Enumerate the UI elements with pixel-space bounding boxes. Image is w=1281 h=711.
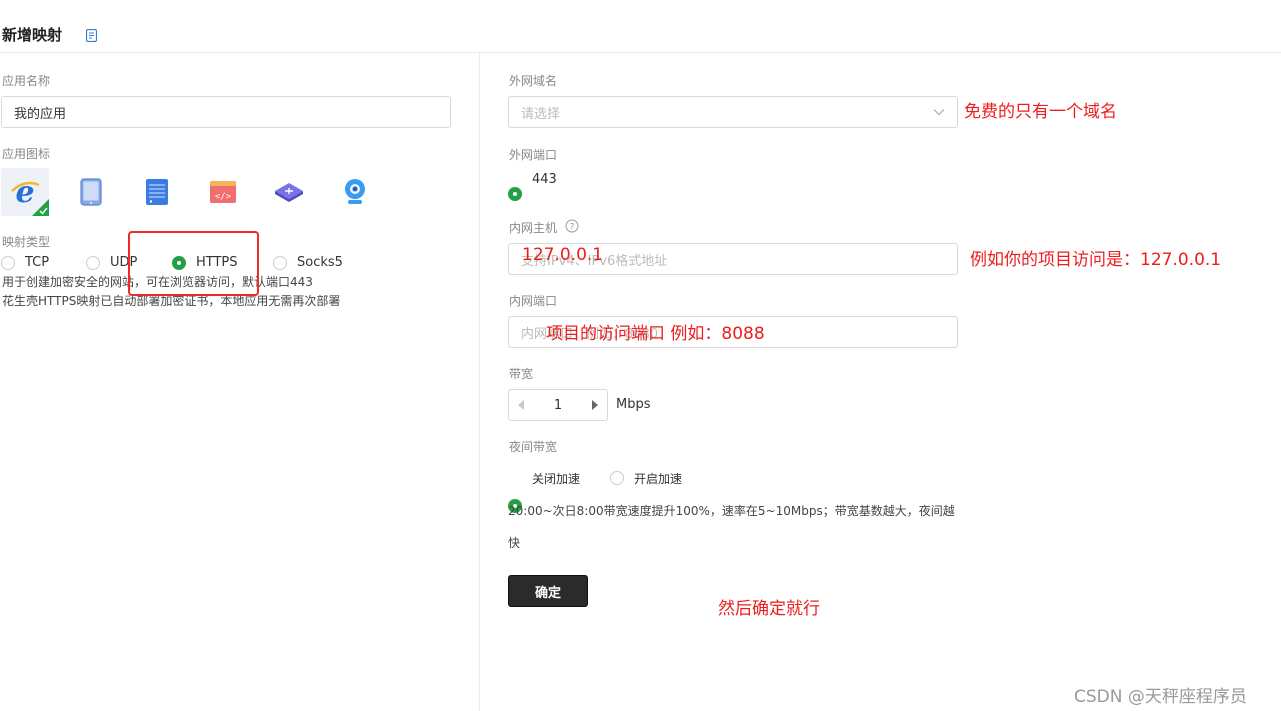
icon-option-router[interactable] [265,168,313,216]
radio-accel-on-label[interactable]: 开启加速 [634,470,682,487]
annotation-domain: 免费的只有一个域名 [964,102,1117,122]
icon-option-code[interactable]: </> [199,168,247,216]
night-desc-2: 快 [508,536,521,550]
doc-icon[interactable] [86,29,97,42]
bandwidth-unit: Mbps [616,397,651,412]
svg-text:</>: </> [215,192,232,202]
webcam-icon [345,179,365,204]
server-icon [146,179,168,205]
int-port-label: 内网端口 [509,294,558,308]
app-name-value: 我的应用 [14,106,67,122]
bandwidth-label: 带宽 [509,367,534,381]
router-icon [275,183,303,202]
ext-port-label: 外网端口 [509,148,558,162]
radio-socks5-label[interactable]: Socks5 [297,255,343,270]
icon-option-server[interactable] [133,168,181,216]
header-divider [0,52,1281,53]
column-divider [479,53,480,711]
app-name-label: 应用名称 [2,74,51,88]
increment-icon[interactable] [591,400,599,410]
annotation-final: 然后确定就行 [718,599,820,619]
check-icon [32,199,49,216]
page-title: 新增映射 [2,26,63,44]
radio-socks5[interactable] [273,256,287,270]
radio-accel-on[interactable] [610,471,624,485]
icon-option-webcam[interactable] [331,168,379,216]
highlight-box [128,231,259,296]
annotation-host-value: 127.0.0.1 [522,245,604,265]
bandwidth-stepper[interactable]: 1 [508,389,608,421]
radio-udp[interactable] [86,256,100,270]
domain-select[interactable]: 请选择 [508,96,958,128]
code-window-icon: </> [210,181,236,203]
icon-option-tablet[interactable] [67,168,115,216]
confirm-button[interactable]: 确定 [508,575,588,607]
night-desc-1: 20:00~次日8:00带宽速度提升100%，速率在5~10Mbps；带宽基数越… [508,504,955,518]
mapping-type-label: 映射类型 [2,235,51,249]
radio-accel-off-label[interactable]: 关闭加速 [532,470,580,487]
app-name-input[interactable]: 我的应用 [1,96,451,128]
chevron-down-icon [933,109,945,116]
ext-port-value: 443 [532,172,557,187]
app-icon-label: 应用图标 [2,147,51,161]
svg-text:?: ? [570,223,575,233]
radio-tcp-label[interactable]: TCP [25,255,49,270]
domain-placeholder: 请选择 [521,106,561,122]
night-bandwidth-label: 夜间带宽 [509,440,558,454]
ext-port-radio[interactable] [508,187,522,201]
host-label: 内网主机 [509,221,558,235]
radio-tcp[interactable] [1,256,15,270]
annotation-host: 例如你的项目访问是：127.0.0.1 [970,250,1222,270]
domain-label: 外网域名 [509,74,558,88]
bandwidth-value[interactable]: 1 [554,398,562,413]
annotation-port: 项目的访问端口 例如：8088 [546,324,765,344]
watermark: CSDN @天秤座程序员 [1074,687,1247,707]
decrement-icon[interactable] [517,400,525,410]
icon-option-ie[interactable]: e [1,168,49,216]
tablet-icon [80,178,102,206]
help-icon[interactable]: ? [565,219,579,233]
